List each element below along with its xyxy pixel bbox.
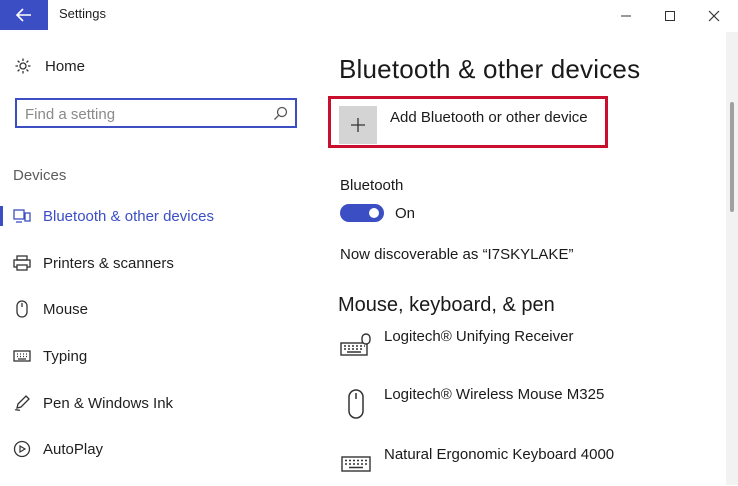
sidebar-item-label: Pen & Windows Ink (43, 394, 174, 412)
home-link[interactable]: Home (13, 56, 85, 76)
sidebar-item-label: Typing (43, 347, 88, 365)
plus-icon (351, 118, 365, 132)
sidebar-item-label: Printers & scanners (43, 254, 174, 272)
discoverable-text: Now discoverable as “I7SKYLAKE” (340, 246, 574, 263)
scroll-thumb[interactable] (730, 102, 734, 212)
sidebar-item-typing[interactable]: Typing (0, 342, 322, 370)
search-icon[interactable] (273, 106, 288, 121)
bluetooth-label: Bluetooth (340, 177, 404, 194)
sidebar-item-label: Bluetooth & other devices (43, 207, 214, 225)
home-label: Home (45, 57, 86, 75)
device-name: Logitech® Wireless Mouse M325 (384, 386, 605, 403)
section-title: Mouse, keyboard, & pen (338, 294, 555, 316)
keyboard-icon (338, 328, 374, 364)
maximize-button[interactable] (656, 4, 684, 28)
add-device-button[interactable]: Add Bluetooth or other device (339, 106, 609, 144)
back-arrow-icon (16, 8, 31, 22)
add-device-label: Add Bluetooth or other device (390, 109, 588, 126)
bluetooth-state: On (395, 205, 416, 222)
device-name: Logitech® Unifying Receiver (384, 328, 574, 345)
content-pane: Bluetooth & other devices Add Bluetooth … (322, 32, 726, 485)
minimize-button[interactable] (612, 4, 640, 28)
sidebar-item-label: Mouse (43, 300, 89, 318)
sidebar-item-printers[interactable]: Printers & scanners (0, 249, 322, 277)
add-tile (339, 106, 377, 144)
active-indicator (0, 206, 3, 226)
sidebar-item-label: AutoPlay (43, 440, 104, 458)
minimize-icon (621, 15, 631, 17)
sidebar-item-pen[interactable]: Pen & Windows Ink (0, 389, 322, 417)
close-icon (708, 10, 720, 22)
search-box[interactable] (15, 98, 297, 128)
autoplay-icon (11, 439, 33, 459)
page-title: Bluetooth & other devices (339, 54, 641, 84)
pen-icon (11, 393, 33, 413)
sidebar-item-bluetooth[interactable]: Bluetooth & other devices (0, 202, 322, 230)
close-button[interactable] (700, 4, 728, 28)
device-item[interactable]: Logitech® Wireless Mouse M325 (338, 386, 718, 426)
bluetooth-toggle[interactable] (340, 204, 384, 222)
sidebar-item-autoplay[interactable]: AutoPlay (0, 435, 322, 463)
device-item[interactable]: Natural Ergonomic Keyboard 4000 (338, 446, 718, 486)
sidebar-item-mouse[interactable]: Mouse (0, 295, 322, 323)
search-input[interactable] (25, 104, 265, 124)
back-button[interactable] (0, 0, 48, 30)
keyboard-icon (338, 446, 374, 482)
toggle-knob (369, 208, 379, 218)
device-name: Natural Ergonomic Keyboard 4000 (384, 446, 615, 463)
printer-icon (11, 253, 33, 273)
title-bar: Settings (0, 0, 738, 32)
scrollbar[interactable] (726, 32, 738, 485)
keyboard-icon (11, 346, 33, 366)
mouse-icon (338, 386, 374, 422)
mouse-icon (11, 299, 33, 319)
device-item[interactable]: Logitech® Unifying Receiver (338, 328, 718, 368)
window-title: Settings (59, 6, 106, 21)
maximize-icon (665, 11, 675, 21)
gear-icon (13, 56, 33, 76)
devices-section-label: Devices (13, 167, 67, 184)
bluetooth-devices-icon (11, 206, 33, 226)
